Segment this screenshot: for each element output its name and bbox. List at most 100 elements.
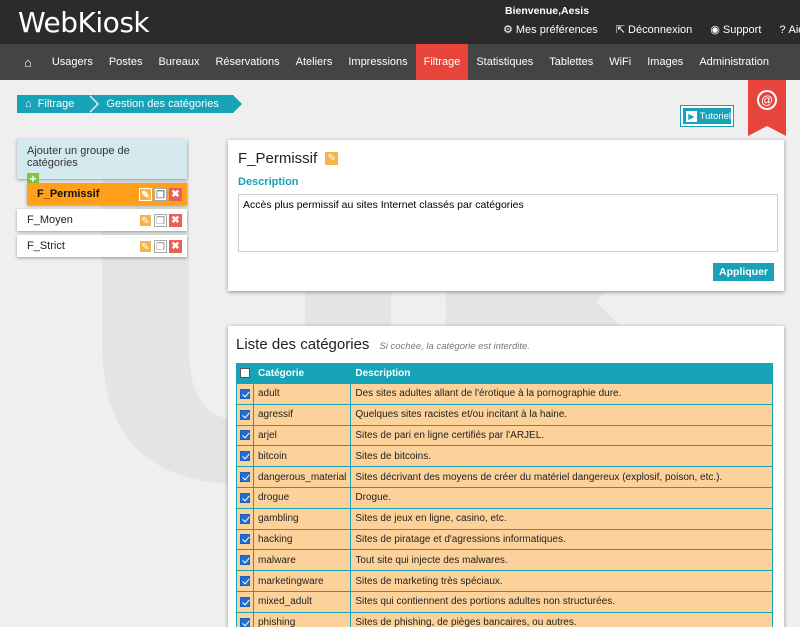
category-checkbox[interactable] (240, 471, 250, 482)
copy-icon[interactable]: ❐ (154, 213, 167, 227)
tutorial-label: Tutoriel (699, 110, 731, 122)
nav-usagers[interactable]: Usagers (44, 44, 101, 80)
category-description: Quelques sites racistes et/ou incitant à… (350, 403, 773, 426)
breadcrumb-current: Gestion des catégories (88, 95, 242, 113)
category-name: malware (252, 549, 352, 572)
category-checkbox[interactable] (240, 430, 250, 441)
category-description: Sites de pari en ligne certifiés par l'A… (350, 424, 773, 447)
nav-wifi[interactable]: WiFi (601, 44, 639, 80)
support-link[interactable]: ◉ Support (710, 23, 762, 37)
category-checkbox[interactable] (240, 451, 250, 462)
copy-icon[interactable]: ❐ (154, 187, 167, 201)
category-checkbox[interactable] (240, 596, 250, 607)
edit-icon[interactable]: ✎ (139, 239, 152, 253)
apply-button[interactable]: Appliquer (713, 263, 774, 281)
breadcrumb-filtrage[interactable]: ⌂ Filtrage (17, 95, 100, 113)
category-name: agressif (252, 403, 352, 426)
nav-images[interactable]: Images (639, 44, 691, 80)
table-row: hacking Sites de piratage et d'agressions… (236, 528, 773, 551)
main-nav: ⌂ Usagers Postes Bureaux Réservations At… (0, 44, 800, 80)
preferences-link[interactable]: ⚙ Mes préférences (503, 23, 598, 37)
ribbon-badge[interactable]: @ (748, 80, 786, 136)
nav-impressions[interactable]: Impressions (340, 44, 415, 80)
category-checkbox[interactable] (240, 555, 250, 566)
support-icon: ◉ (710, 24, 720, 36)
add-group-box: Ajouter un groupe de catégories + (17, 139, 187, 185)
at-icon: @ (757, 90, 777, 110)
category-checkbox[interactable] (240, 534, 250, 545)
group-title: F_Permissif (238, 150, 318, 167)
edit-icon[interactable]: ✎ (139, 213, 152, 227)
logout-link[interactable]: ⇱ Déconnexion (615, 23, 693, 37)
category-name: dangerous_material (252, 466, 352, 488)
top-bar: WebKiosk Bienvenue,Aesis ⚙ Mes préférence… (0, 0, 800, 44)
nav-administration[interactable]: Administration (691, 44, 777, 80)
category-checkbox[interactable] (240, 388, 250, 399)
table-row: marketingware Sites de marketing très spé… (236, 570, 773, 592)
delete-icon[interactable]: ✖ (169, 213, 182, 227)
category-description: Drogue. (350, 486, 773, 509)
description-label: Description (238, 176, 299, 188)
edit-icon[interactable]: ✎ (139, 187, 152, 201)
breadcrumb: ⌂ Filtrage Gestion des catégories (17, 95, 242, 113)
add-group-label: Ajouter un groupe de catégories (27, 145, 130, 169)
category-name: gambling (252, 507, 352, 530)
help-icon: ? (779, 23, 786, 36)
logout-label: Déconnexion (628, 23, 693, 36)
category-checkbox[interactable] (240, 617, 250, 627)
nav-reservations[interactable]: Réservations (207, 44, 287, 80)
category-description: Sites de jeux en ligne, casino, etc. (350, 507, 773, 530)
table-row: adult Des sites adultes allant de l'éroti… (236, 383, 773, 405)
delete-icon[interactable]: ✖ (169, 239, 182, 253)
column-header-description: Description (350, 363, 773, 384)
description-field[interactable]: Accès plus permissif au sites Internet c… (238, 194, 778, 252)
nav-tablettes[interactable]: Tablettes (541, 44, 601, 80)
category-name: arjel (252, 424, 352, 447)
nav-postes[interactable]: Postes (101, 44, 151, 80)
nav-ateliers[interactable]: Ateliers (288, 44, 341, 80)
table-row: drogue Drogue. (236, 486, 773, 509)
category-checkbox[interactable] (240, 409, 250, 420)
group-detail-panel: F_Permissif ✎ Description Accès plus per… (228, 140, 784, 291)
help-link[interactable]: ?Aide (779, 23, 800, 36)
group-item[interactable]: F_Moyen ✎ ❐ ✖ (17, 209, 187, 231)
table-header-row: Catégorie Description (236, 363, 773, 384)
nav-statistiques[interactable]: Statistiques (468, 44, 541, 80)
nav-bureaux[interactable]: Bureaux (150, 44, 207, 80)
column-header-category: Catégorie (252, 363, 352, 384)
delete-icon[interactable]: ✖ (169, 187, 182, 201)
category-description: Sites de bitcoins. (350, 445, 773, 468)
category-description: Sites qui contiennent des portions adult… (350, 590, 773, 613)
table-row: arjel Sites de pari en ligne certifiés pa… (236, 424, 773, 447)
app-logo[interactable]: WebKiosk (18, 6, 150, 39)
group-item[interactable]: F_Strict ✎ ❐ ✖ (17, 235, 187, 257)
list-note: Si cochée, la catégorie est interdite. (379, 341, 530, 352)
support-label: Support (722, 23, 762, 36)
welcome-text: Bienvenue,Aesis (505, 5, 590, 17)
category-name: phishing (252, 611, 352, 627)
group-item[interactable]: F_Permissif ✎ ❐ ✖ (27, 183, 187, 205)
category-checkbox[interactable] (240, 492, 250, 503)
nav-filtrage[interactable]: Filtrage (415, 44, 469, 80)
copy-icon[interactable]: ❐ (154, 239, 167, 253)
home-icon: ⌂ (25, 98, 32, 110)
group-name: F_Permissif (37, 188, 100, 200)
logout-icon: ⇱ (615, 24, 626, 36)
category-name: drogue (252, 486, 352, 509)
table-row: mixed_adult Sites qui contiennent des por… (236, 590, 773, 613)
group-name: F_Strict (27, 240, 65, 252)
category-description: Des sites adultes allant de l'érotique à… (350, 383, 773, 405)
preferences-label: Mes préférences (515, 23, 598, 36)
table-row: dangerous_material Sites décrivant des mo… (236, 466, 773, 488)
tutorial-button[interactable]: ▶ Tutoriel (680, 105, 734, 127)
category-checkbox[interactable] (240, 513, 250, 524)
edit-title-icon[interactable]: ✎ (325, 152, 339, 165)
category-description: Sites de phishing, de pièges bancaires, … (350, 611, 773, 627)
category-name: bitcoin (252, 445, 352, 468)
home-icon[interactable]: ⌂ (20, 44, 44, 80)
select-all-checkbox[interactable] (240, 368, 250, 379)
top-links: ⚙ Mes préférences ⇱ Déconnexion ◉ Support ?… (503, 23, 800, 37)
category-description: Sites de piratage et d'agressions inform… (350, 528, 773, 551)
category-checkbox[interactable] (240, 575, 250, 586)
category-description: Sites décrivant des moyens de créer du m… (350, 466, 773, 488)
